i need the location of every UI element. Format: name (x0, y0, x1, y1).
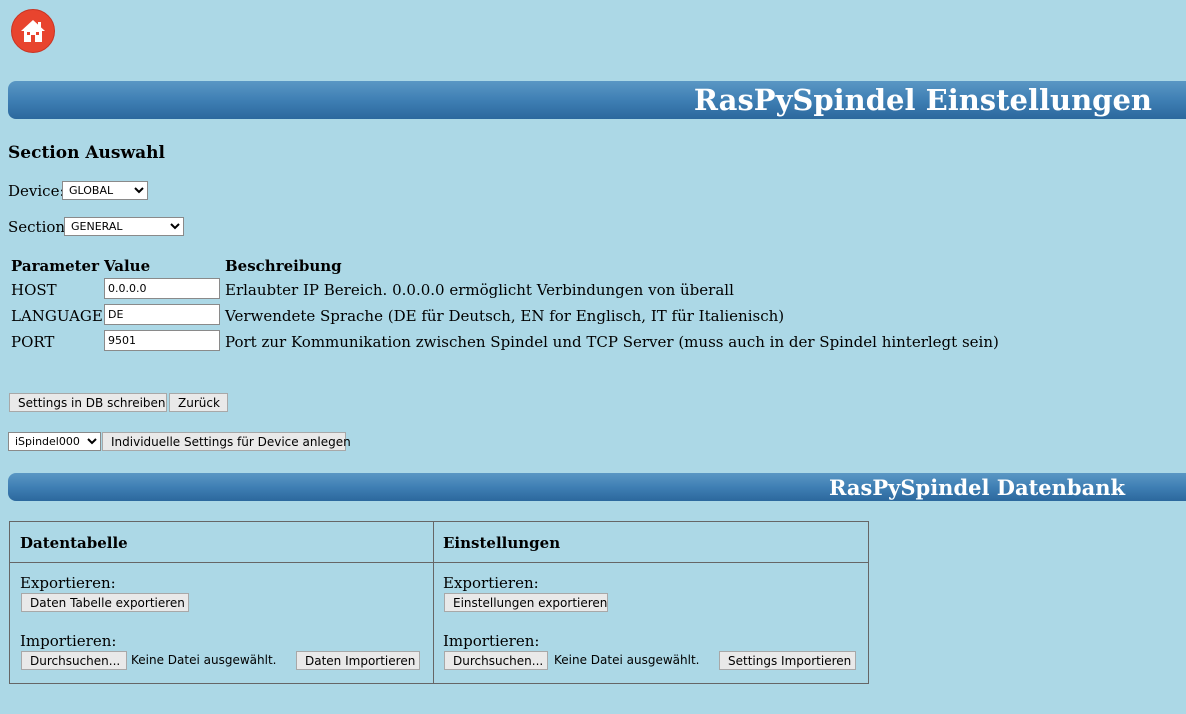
datatable-export-label: Exportieren: (20, 574, 116, 592)
param-desc-port: Port zur Kommunikation zwischen Spindel … (225, 333, 999, 351)
param-header-description: Beschreibung (225, 257, 342, 275)
param-name-host: HOST (11, 281, 57, 299)
table-divider (10, 562, 868, 563)
section-label: Section: (8, 218, 71, 236)
settings-browse-button[interactable]: Durchsuchen... (444, 651, 548, 670)
param-name-port: PORT (11, 333, 55, 351)
export-settings-button[interactable]: Einstellungen exportieren (444, 593, 608, 612)
param-value-host-input[interactable] (104, 278, 220, 299)
individual-settings-button[interactable]: Individuelle Settings für Device anlegen (102, 432, 351, 451)
settings-export-label: Exportieren: (443, 574, 539, 592)
database-table: Datentabelle Exportieren: Daten Tabelle … (9, 521, 869, 684)
param-header-parameter: Parameter (11, 257, 100, 275)
settings-no-file-text: Keine Datei ausgewählt. (554, 653, 700, 667)
back-button[interactable]: Zurück (169, 393, 228, 412)
datatable-import-label: Importieren: (20, 632, 117, 650)
section-select[interactable]: GENERAL (64, 217, 184, 236)
settings-heading: Einstellungen (443, 534, 561, 552)
device-label: Device: (8, 182, 65, 200)
table-divider (433, 522, 434, 683)
device-select[interactable]: GLOBAL (62, 181, 148, 200)
database-header: RasPySpindel Datenbank (8, 473, 1186, 501)
page-header: RasPySpindel Einstellungen (8, 81, 1186, 119)
param-desc-language: Verwendete Sprache (DE für Deutsch, EN f… (225, 307, 785, 325)
datatable-heading: Datentabelle (20, 534, 128, 552)
param-header-value: Value (104, 257, 151, 275)
param-desc-host: Erlaubter IP Bereich. 0.0.0.0 ermöglicht… (225, 281, 734, 299)
param-name-language: LANGUAGE (11, 307, 103, 325)
page-title: RasPySpindel Einstellungen (693, 83, 1152, 117)
section-select-title: Section Auswahl (8, 143, 165, 163)
write-settings-button[interactable]: Settings in DB schreiben (9, 393, 167, 412)
import-datatable-button[interactable]: Daten Importieren (296, 651, 420, 670)
home-button[interactable] (11, 9, 55, 53)
datatable-no-file-text: Keine Datei ausgewählt. (131, 653, 277, 667)
home-icon (21, 20, 45, 42)
import-settings-button[interactable]: Settings Importieren (719, 651, 856, 670)
database-title: RasPySpindel Datenbank (829, 475, 1126, 500)
param-value-language-input[interactable] (104, 304, 220, 325)
param-value-port-input[interactable] (104, 330, 220, 351)
export-datatable-button[interactable]: Daten Tabelle exportieren (21, 593, 189, 612)
device-individual-select[interactable]: iSpindel000 (8, 432, 101, 451)
datatable-browse-button[interactable]: Durchsuchen... (21, 651, 127, 670)
settings-import-label: Importieren: (443, 632, 540, 650)
